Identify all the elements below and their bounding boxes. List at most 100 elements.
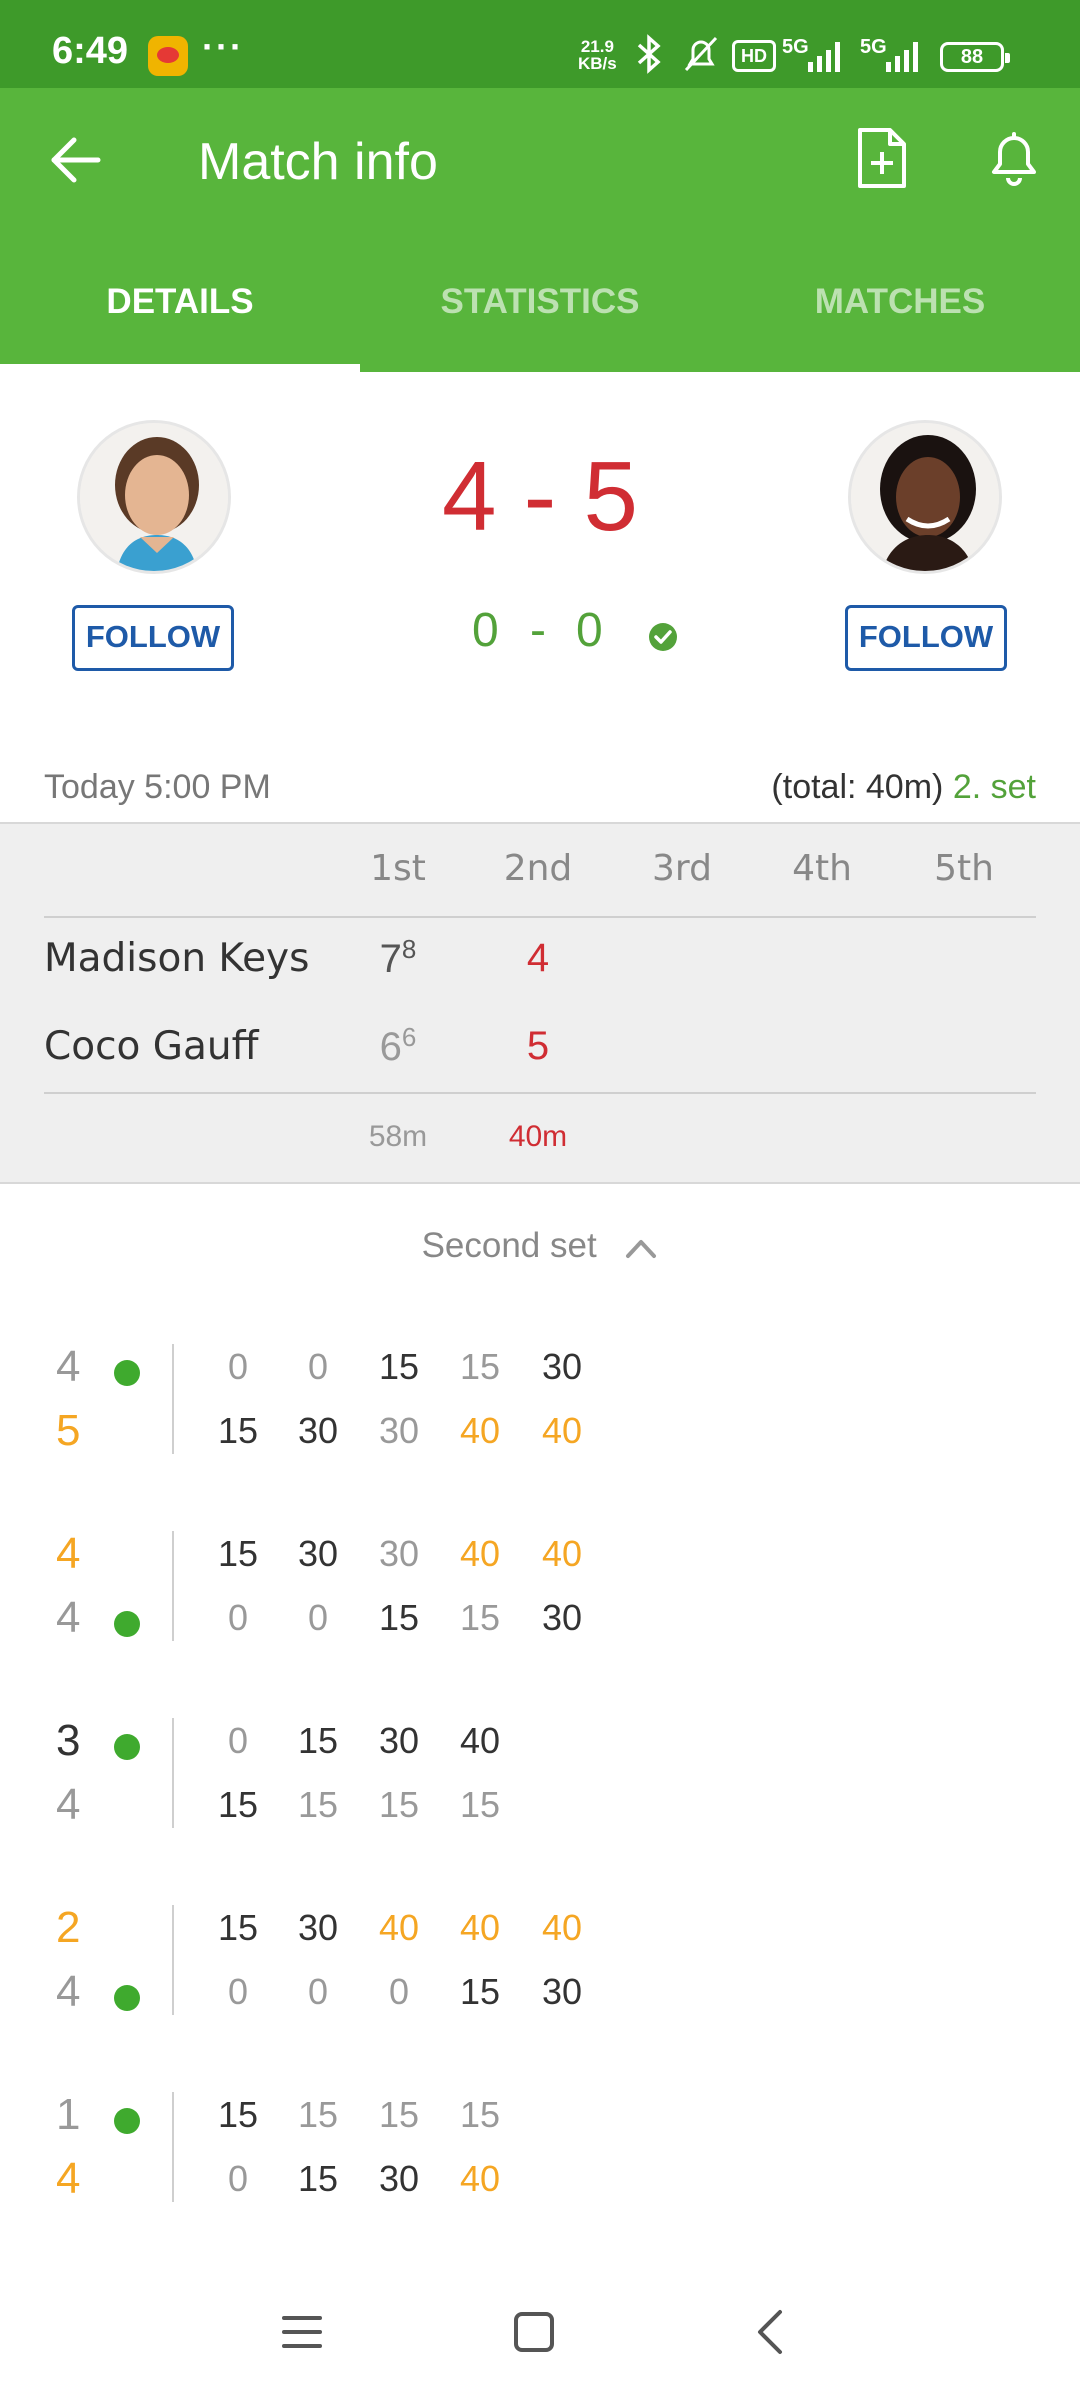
point-score: 40: [459, 1907, 501, 1948]
point-score: 15: [217, 1410, 259, 1451]
game-block: 2 15 30 40 40 40 4 0 0 0 15 30: [0, 1903, 1080, 2025]
tab-matches[interactable]: MATCHES: [720, 260, 1080, 372]
point-score: 15: [378, 2094, 420, 2135]
network-type-1: 5G: [782, 36, 809, 58]
game-divider: [172, 1531, 174, 1641]
point-score: 40: [378, 1907, 420, 1948]
status-bar: 6:49 ··· 21.9 KB/s HD 5G 5G 88: [0, 0, 1080, 88]
serve-indicator-dot: [114, 2108, 140, 2134]
system-back-icon[interactable]: [748, 2308, 792, 2356]
point-score: 30: [541, 1346, 583, 1387]
status-time: 6:49: [52, 30, 129, 72]
set-header-1: 1st: [370, 848, 426, 889]
network-speed-unit: KB/s: [578, 54, 617, 73]
set-header-5: 5th: [934, 848, 994, 889]
weibo-icon: [148, 36, 188, 76]
notification-bell-icon[interactable]: [982, 126, 1046, 190]
game-block: 1 15 15 15 15 4 0 15 30 40: [0, 2090, 1080, 2212]
network-speed: 21.9 KB/s: [578, 38, 617, 72]
follow-button-away[interactable]: FOLLOW: [845, 605, 1007, 671]
chevron-up-icon: [626, 1239, 657, 1258]
player-avatar-home[interactable]: [77, 420, 231, 574]
recent-apps-icon[interactable]: [280, 2310, 324, 2354]
signal-icon-2: [886, 42, 918, 72]
point-score: 15: [378, 1784, 420, 1825]
point-score: 15: [297, 1720, 339, 1761]
game-score-home: 4: [56, 1529, 81, 1578]
game-score-away: 0: [576, 604, 603, 657]
player-photo-away: [851, 423, 999, 571]
app-bar: Match info: [0, 88, 1080, 260]
set1-games-home: 7: [379, 937, 402, 981]
set1-games-away: 6: [379, 1025, 402, 1069]
point-score: 15: [217, 2094, 259, 2135]
home-icon[interactable]: [512, 2310, 556, 2354]
match-score: 4 - 5: [441, 441, 639, 551]
page-title: Match info: [198, 133, 438, 191]
game-block: 4 15 30 30 40 40 4 0 0 15 15 30: [0, 1529, 1080, 1651]
set-score-table: 1st 2nd 3rd 4th 5th Madison Keys 78 4 Co…: [0, 822, 1080, 1184]
set-header-3: 3rd: [652, 848, 712, 889]
follow-button-home[interactable]: FOLLOW: [72, 605, 234, 671]
game-score-home: 3: [56, 1716, 81, 1765]
point-score: 15: [459, 1346, 501, 1387]
player-photo-home: [80, 423, 228, 571]
point-score: 15: [459, 1597, 501, 1638]
tab-details[interactable]: DETAILS: [0, 260, 360, 372]
match-start-time: Today 5:00 PM: [44, 768, 271, 806]
point-score: 30: [541, 1597, 583, 1638]
game-score-away: 4: [56, 1593, 81, 1642]
point-score: 30: [378, 2158, 420, 2199]
game-divider: [172, 2092, 174, 2202]
point-score: 0: [227, 1597, 249, 1638]
game-score-away: 4: [56, 2154, 81, 2203]
player-name-home: Madison Keys: [44, 936, 310, 981]
point-score: 15: [297, 2094, 339, 2135]
set1-duration: 58m: [368, 1120, 428, 1153]
point-score: 40: [459, 1720, 501, 1761]
bell-muted-icon: [684, 36, 718, 72]
player-avatar-away[interactable]: [848, 420, 1002, 574]
point-score: 30: [297, 1907, 339, 1948]
set1-score-home: 78: [338, 934, 458, 982]
tab-bar: DETAILS STATISTICS MATCHES: [0, 260, 1080, 372]
point-score: 40: [459, 1410, 501, 1451]
point-score: 15: [378, 1346, 420, 1387]
point-score: 40: [541, 1907, 583, 1948]
network-speed-value: 21.9: [580, 37, 614, 56]
point-score: 15: [297, 1784, 339, 1825]
point-score: 40: [541, 1410, 583, 1451]
set-section-toggle[interactable]: Second set: [0, 1226, 1080, 1266]
serve-indicator-dot: [114, 1985, 140, 2011]
point-score: 30: [378, 1410, 420, 1451]
point-score: 0: [307, 1971, 329, 2012]
point-score: 40: [541, 1533, 583, 1574]
total-duration: (total: 40m): [771, 768, 944, 806]
system-nav-bar: [0, 2270, 1080, 2400]
set2-duration: 40m: [508, 1120, 568, 1153]
serve-indicator-dot: [114, 1611, 140, 1637]
match-meta: Today 5:00 PM (total: 40m) 2. set: [44, 768, 1036, 818]
signal-icon-1: [808, 42, 840, 72]
point-score: 40: [459, 2158, 501, 2199]
game-score-home: 4: [56, 1342, 81, 1391]
serve-check-icon: [649, 623, 677, 651]
game-divider: [172, 1344, 174, 1454]
battery-icon: 88: [940, 42, 1010, 72]
divider: [44, 916, 1036, 918]
point-score: 15: [459, 1784, 501, 1825]
point-score: 0: [227, 1971, 249, 2012]
set1-score-away: 66: [338, 1022, 458, 1070]
set1-tiebreak-away: 6: [401, 1022, 417, 1052]
point-score: 15: [217, 1907, 259, 1948]
point-score: 15: [217, 1533, 259, 1574]
point-score: 30: [378, 1533, 420, 1574]
add-note-icon[interactable]: [852, 126, 912, 190]
point-score: 30: [378, 1720, 420, 1761]
back-arrow-icon[interactable]: [44, 128, 108, 192]
tab-statistics[interactable]: STATISTICS: [360, 260, 720, 372]
game-block: 4 0 0 15 15 30 5 15 30 30 40 40: [0, 1342, 1080, 1464]
point-score: 0: [227, 1720, 249, 1761]
match-duration: (total: 40m) 2. set: [771, 768, 1036, 807]
point-score: 0: [227, 2158, 249, 2199]
